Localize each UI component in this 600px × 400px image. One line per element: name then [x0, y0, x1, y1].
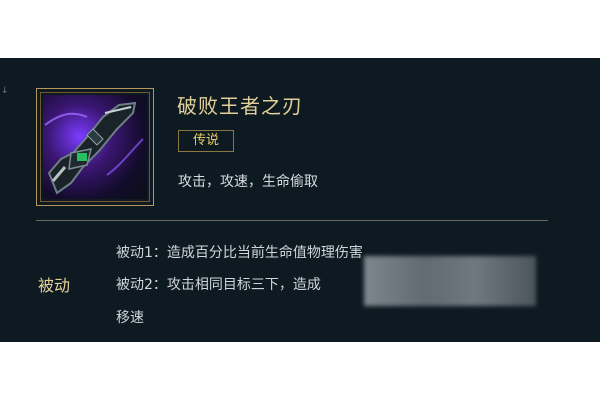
item-stats: 攻击，攻速，生命偷取	[178, 174, 318, 190]
passive-section-label: 被动	[38, 276, 71, 295]
item-icon-frame	[36, 88, 154, 206]
blurred-overlay	[364, 256, 536, 306]
passive-line-1: 被动1：造成百分比当前生命值物理伤害	[116, 245, 363, 261]
item-name: 破败王者之刃	[177, 94, 303, 118]
passive-line-2: 被动2：攻击相同目标三下，造成	[116, 277, 321, 293]
passive-line-3: 移速	[116, 310, 144, 326]
rarity-badge: 传说	[178, 130, 234, 152]
section-divider	[36, 220, 548, 221]
sword-item-icon-graphic	[44, 101, 144, 195]
sword-item-icon	[43, 95, 147, 199]
screenshot-stage: ↓ 破败王者之刃 传说 攻击，攻速，生命偷取 被动 被动1：造成百分比当前生命值	[0, 0, 600, 400]
item-tooltip-panel: ↓ 破败王者之刃 传说 攻击，攻速，生命偷取 被动 被动1：造成百分比当前生命值	[0, 58, 600, 342]
scroll-indicator-icon[interactable]: ↓	[1, 86, 9, 96]
